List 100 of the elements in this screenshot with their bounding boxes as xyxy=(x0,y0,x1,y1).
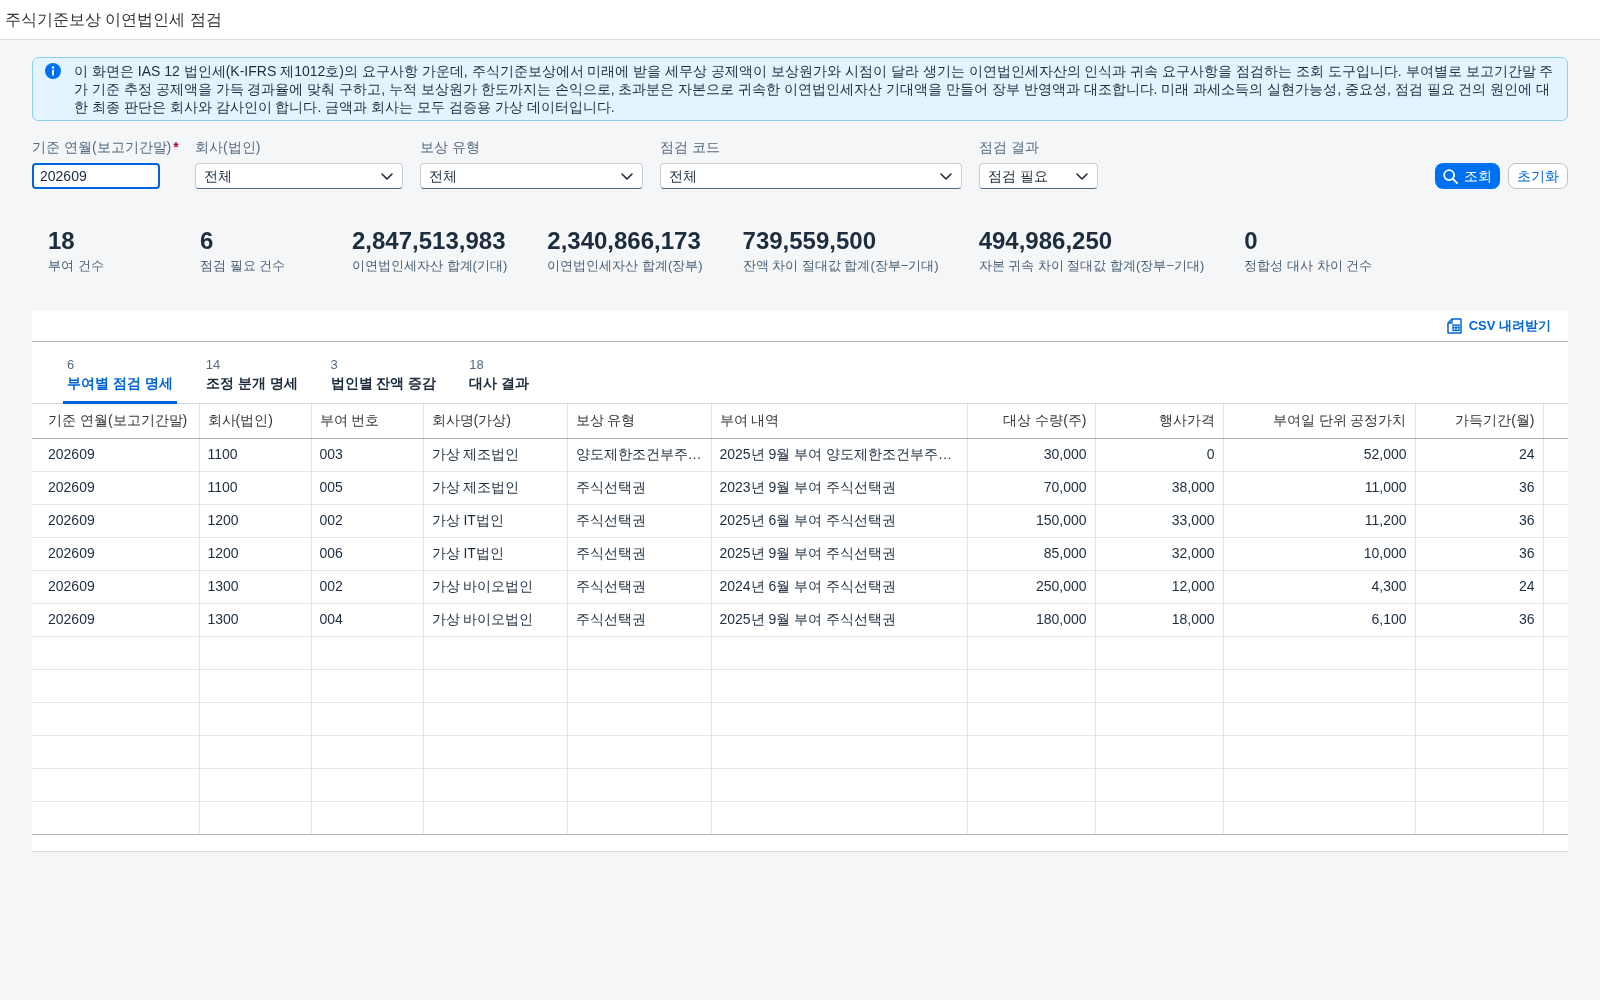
table-cell: 가상 제조법인 xyxy=(423,438,567,471)
kpi-value: 2,847,513,983 xyxy=(352,227,507,255)
table-cell: 2025년 9월 부여 주식선택권 xyxy=(711,603,967,636)
column-header: 보상 유형 xyxy=(567,404,711,438)
spreadsheet-icon xyxy=(1446,318,1462,334)
kpi-label: 부여 건수 xyxy=(48,257,105,275)
table-cell: 2023년 9월 부여 주식선택권 xyxy=(711,471,967,504)
table-cell: 002 xyxy=(311,570,423,603)
field-label: 점검 결과 xyxy=(979,138,1039,156)
table-cell: 30,000 xyxy=(967,438,1095,471)
dropdown[interactable]: 점검 필요 xyxy=(979,163,1098,189)
table-cell: 1300 xyxy=(199,603,311,636)
table-cell: 18,000 xyxy=(1095,603,1223,636)
table-cell: 주식선택권 xyxy=(567,603,711,636)
table-cell: 6,100 xyxy=(1223,603,1415,636)
table-cell: 양도제한조건부주… xyxy=(567,438,711,471)
tab[interactable]: 3 법인별 잔액 증감 xyxy=(326,342,441,404)
chevron-down-icon xyxy=(621,172,633,180)
table-cell: 주식선택권 xyxy=(567,471,711,504)
table-cell: 2025년 6월 부여 주식선택권 xyxy=(711,504,967,537)
info-icon xyxy=(45,63,61,79)
table-cell: 2025년 9월 부여 양도제한조건부주… xyxy=(711,438,967,471)
table-cell: 1100 xyxy=(199,471,311,504)
table-cell: 1200 xyxy=(199,504,311,537)
table-cell: 2025년 9월 부여 주식선택권 xyxy=(711,537,967,570)
dropdown[interactable]: 전체 xyxy=(420,163,643,189)
chevron-down-icon xyxy=(1076,172,1088,180)
field-label: 기준 연월(보고기간말) xyxy=(32,138,172,156)
table-cell: 202609 xyxy=(32,504,199,537)
table-cell: 202609 xyxy=(32,537,199,570)
kpi-value: 18 xyxy=(48,227,76,255)
table-cell: 150,000 xyxy=(967,504,1095,537)
table-cell: 0 xyxy=(1095,438,1223,471)
table-cell: 36 xyxy=(1415,504,1543,537)
table-cell: 11,000 xyxy=(1223,471,1415,504)
table-cell: 1300 xyxy=(199,570,311,603)
column-header: 기준 연월(보고기간말) xyxy=(32,404,199,438)
kpi-value: 739,559,500 xyxy=(742,227,878,255)
column-header: 대상 수량(주) xyxy=(967,404,1095,438)
table-cell: 33,000 xyxy=(1095,504,1223,537)
search-icon xyxy=(1443,168,1458,184)
kpi-label: 점검 필요 건수 xyxy=(200,257,287,275)
column-header: 행사가격 xyxy=(1095,404,1223,438)
field-label: 점검 코드 xyxy=(660,138,720,156)
column-header: 부여일 단위 공정가치 xyxy=(1223,404,1415,438)
window-title: 주식기준보상 이연법인세 점검 xyxy=(5,9,222,30)
table-cell: 4,300 xyxy=(1223,570,1415,603)
table-cell: 가상 바이오법인 xyxy=(423,603,567,636)
dropdown[interactable]: 전체 xyxy=(195,163,403,189)
field-label: 회사(법인) xyxy=(195,138,261,156)
field-label: 보상 유형 xyxy=(420,138,480,156)
kpi-label: 자본 귀속 차이 절대값 합계(장부−기대) xyxy=(978,257,1205,275)
table-cell: 11,200 xyxy=(1223,504,1415,537)
table-cell: 005 xyxy=(311,471,423,504)
table-cell: 32,000 xyxy=(1095,537,1223,570)
table-cell: 12,000 xyxy=(1095,570,1223,603)
table-cell: 가상 IT법인 xyxy=(423,504,567,537)
download-button[interactable]: CSV 내려받기 xyxy=(1446,316,1551,336)
table-cell: 주식선택권 xyxy=(567,504,711,537)
table-cell: 24 xyxy=(1415,570,1543,603)
info-text: 이 화면은 IAS 12 법인세(K-IFRS 제1012호)의 요구사항 가운데, 주식기준보상에서 미래에 받을 세무상 공제액이 보상원가와 시점이 달라 생기는 이연법인세자산의 인식과 귀속 요구사항을 점검하는 조회 도구입니다. 부여별로 보고기간말 주가 기준 추정 공제액을 가득 경과율에 맞춰 구하고, 누적 보상원가 한도까지는 손익으로, 초과분은 자본으로 귀속한 이연법인세자산 기대액을 만들어 장부 반영액과 대조합니다. 미래 과세소득의 실현가능성, 중요성, 점검 필요 건의 원인에 대한 최종 판단은 회사와 감사인이 합니다. 금액과 회사는 모두 검증용 가상 데이터입니다. xyxy=(74,62,1555,116)
table-cell: 가상 제조법인 xyxy=(423,471,567,504)
table-cell: 가상 바이오법인 xyxy=(423,570,567,603)
table-cell: 36 xyxy=(1415,537,1543,570)
kpi-label: 정합성 대사 차이 건수 xyxy=(1244,257,1373,275)
table-cell: 1200 xyxy=(199,537,311,570)
kpi-label: 이연법인세자산 합계(장부) xyxy=(547,257,703,275)
required-mark: * xyxy=(173,138,179,156)
table-cell: 003 xyxy=(311,438,423,471)
chevron-down-icon xyxy=(940,172,952,180)
table-cell: 24 xyxy=(1415,438,1543,471)
table-cell: 주식선택권 xyxy=(567,537,711,570)
table-cell: 1100 xyxy=(199,438,311,471)
table-cell: 36 xyxy=(1415,603,1543,636)
table-cell: 202609 xyxy=(32,603,199,636)
table-cell: 004 xyxy=(311,603,423,636)
table-cell: 202609 xyxy=(32,471,199,504)
kpi-value: 494,986,250 xyxy=(978,227,1114,255)
table-cell: 주식선택권 xyxy=(567,570,711,603)
table-cell: 38,000 xyxy=(1095,471,1223,504)
tab[interactable]: 14 조정 분개 명세 xyxy=(201,342,302,404)
tab[interactable]: 18 대사 결과 xyxy=(465,342,534,404)
month-input[interactable]: 202609 xyxy=(32,163,160,189)
dropdown[interactable]: 전체 xyxy=(660,163,962,189)
kpi-value: 0 xyxy=(1244,227,1259,255)
table-cell: 180,000 xyxy=(967,603,1095,636)
column-header: 가득기간(월) xyxy=(1415,404,1543,438)
reset-button[interactable]: 초기화 xyxy=(1508,163,1568,189)
table-cell: 가상 IT법인 xyxy=(423,537,567,570)
tab[interactable]: 6 부여별 점검 명세 xyxy=(63,342,177,404)
kpi-label: 이연법인세자산 합계(기대) xyxy=(352,257,508,275)
table-cell: 85,000 xyxy=(967,537,1095,570)
kpi-value: 2,340,866,173 xyxy=(547,227,702,255)
table-cell: 202609 xyxy=(32,438,199,471)
search-button[interactable]: 조회 xyxy=(1435,163,1500,189)
table-cell: 2024년 6월 부여 주식선택권 xyxy=(711,570,967,603)
kpi-label: 잔액 차이 절대값 합계(장부−기대) xyxy=(742,257,939,275)
table-cell: 10,000 xyxy=(1223,537,1415,570)
chevron-down-icon xyxy=(381,172,393,180)
kpi-value: 6 xyxy=(200,227,215,255)
